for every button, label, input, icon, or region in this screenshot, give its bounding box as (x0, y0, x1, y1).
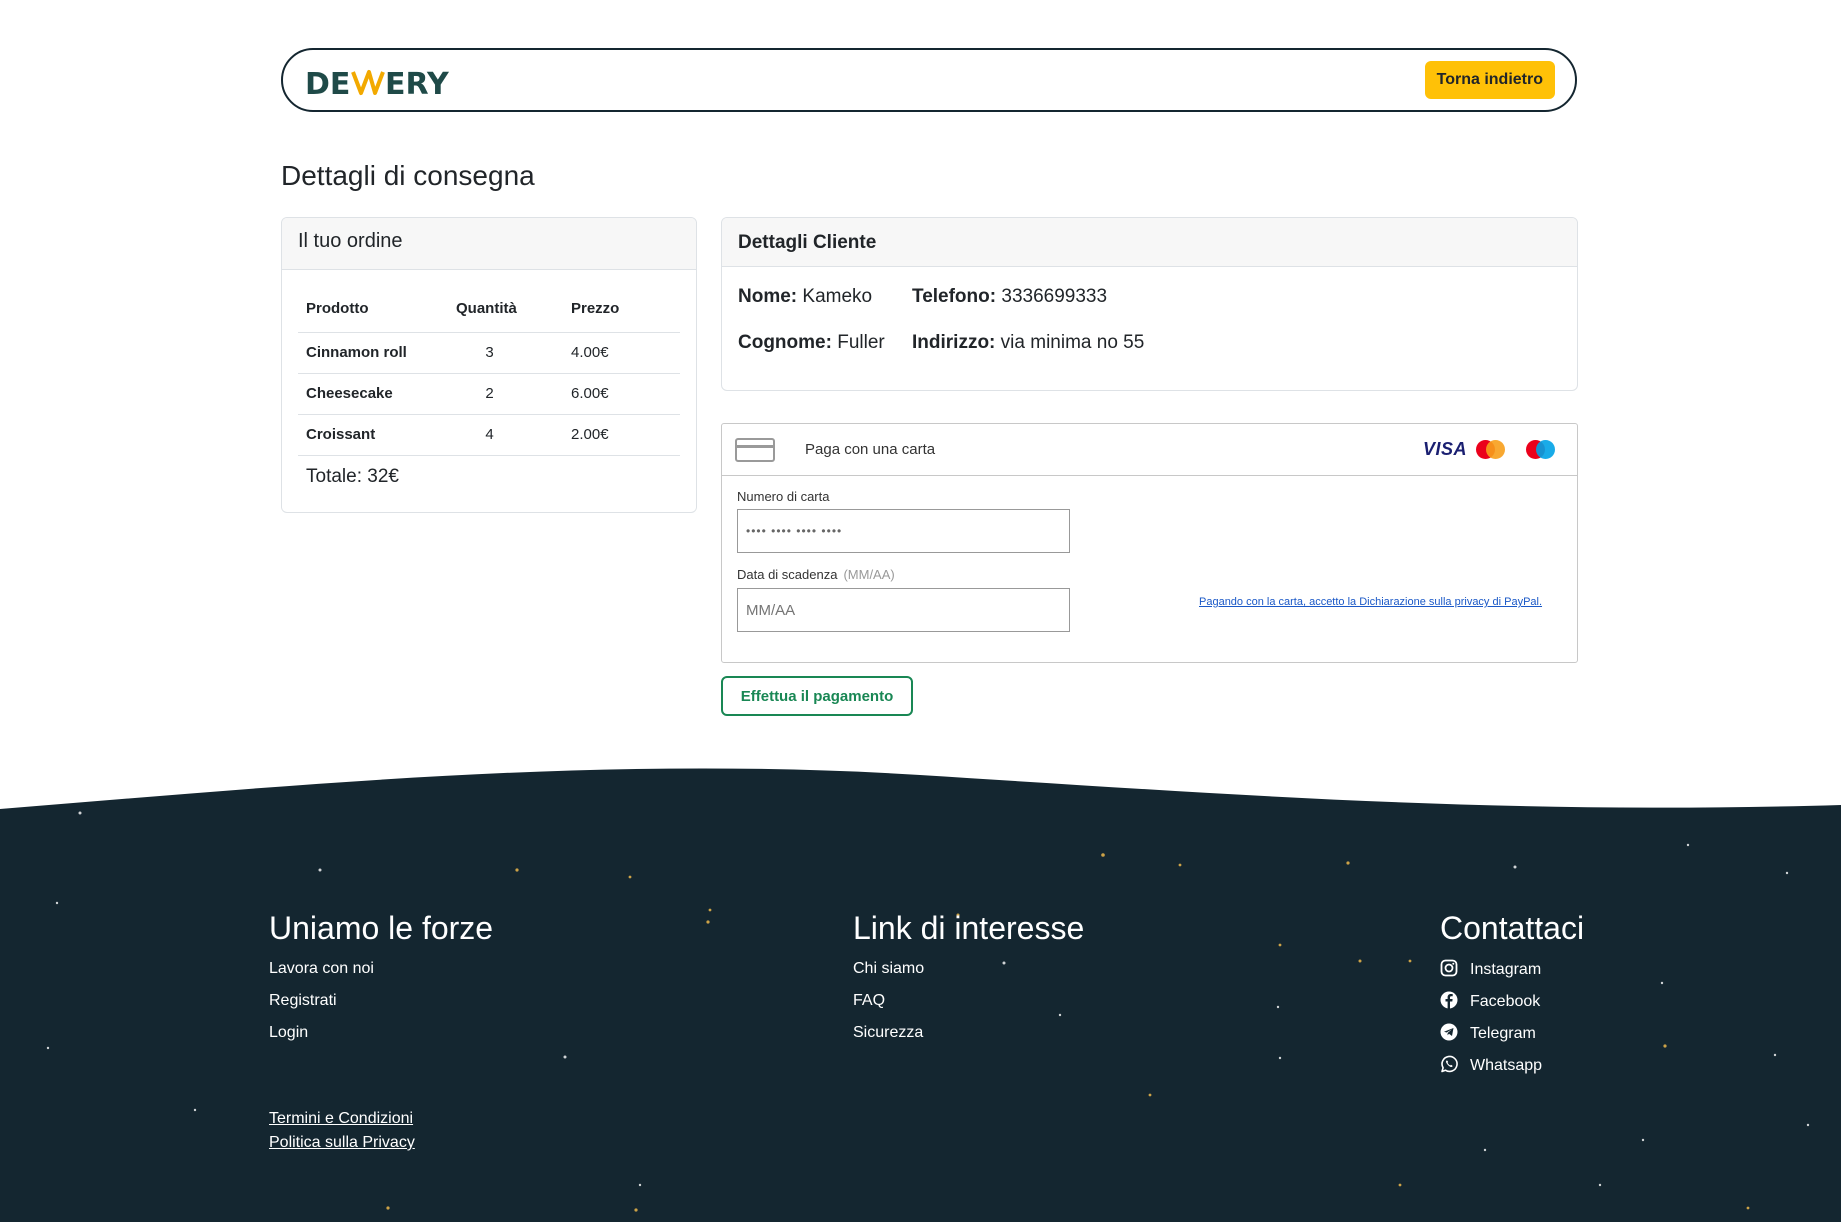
footer-link-whatsapp[interactable]: Whatsapp (1440, 1055, 1584, 1087)
customer-name-value: Kameko (802, 286, 873, 307)
footer-col-join-title: Uniamo le forze (269, 910, 494, 946)
terms-link[interactable]: Termini e Condizioni (269, 1107, 415, 1131)
maestro-icon (1526, 440, 1556, 460)
product-name: Cheesecake (298, 373, 448, 415)
product-quantity: 3 (448, 332, 563, 374)
footer-link-label: Whatsapp (1470, 1057, 1543, 1074)
footer-link-chi-siamo[interactable]: Chi siamo (853, 959, 1084, 991)
footer-link-sicurezza[interactable]: Sicurezza (853, 1023, 1084, 1055)
customer-name: Nome: Kameko (738, 286, 872, 308)
customer-address-value: via minima no 55 (1000, 332, 1145, 353)
footer-link-login[interactable]: Login (269, 1023, 493, 1055)
table-row: Cheesecake 2 6.00€ (298, 373, 680, 415)
customer-address-label: Indirizzo: (912, 332, 996, 353)
footer-col-contact-title: Contattaci (1440, 910, 1585, 946)
expiry-label-text: Data di scadenza (737, 567, 838, 582)
customer-card: Dettagli Cliente Nome: Kameko Cognome: F… (721, 217, 1578, 391)
logo[interactable]: DE ERY (303, 60, 453, 100)
footer-link-faq[interactable]: FAQ (853, 991, 1084, 1023)
customer-phone: Telefono: 3336699333 (912, 286, 1107, 308)
devvery-logo: DE ERY (305, 67, 450, 100)
table-row: Cinnamon roll 3 4.00€ (298, 332, 680, 374)
submit-payment-button[interactable]: Effettua il pagamento (721, 676, 913, 716)
footer-legal: Termini e Condizioni Politica sulla Priv… (269, 1107, 415, 1155)
privacy-policy-link[interactable]: Politica sulla Privacy (269, 1131, 415, 1155)
customer-surname-value: Fuller (837, 332, 885, 353)
product-price: 2.00€ (563, 414, 680, 456)
customer-phone-value: 3336699333 (1001, 286, 1108, 307)
table-row: Croissant 4 2.00€ (298, 414, 680, 456)
navbar: DE ERY Torna indietro (281, 48, 1577, 112)
mastercard-icon (1476, 440, 1506, 460)
footer-col-links-title: Link di interesse (853, 910, 1085, 946)
paypal-privacy-link[interactable]: Pagando con la carta, accetto la Dichiar… (1199, 596, 1542, 608)
svg-text:ERY: ERY (385, 67, 450, 100)
payment-method-label: Paga con una carta (805, 441, 936, 458)
telegram-icon (1440, 1023, 1458, 1041)
page-title: Dettagli di consegna (281, 160, 535, 191)
visa-icon: VISA (1423, 439, 1468, 459)
column-header-quantity: Quantità (448, 286, 563, 333)
customer-surname: Cognome: Fuller (738, 332, 885, 354)
order-card-title: Il tuo ordine (282, 218, 696, 270)
column-header-price: Prezzo (563, 286, 680, 333)
expiry-input[interactable] (737, 588, 1070, 632)
customer-surname-label: Cognome: (738, 332, 832, 353)
customer-phone-label: Telefono: (912, 286, 997, 307)
expiry-hint: (MM/AA) (843, 567, 895, 582)
order-card: Il tuo ordine Prodotto Quantità Prezzo C… (281, 217, 697, 513)
footer-col-contact: Contattaci Instagram Facebook Telegram W… (1440, 910, 1584, 1087)
facebook-icon (1440, 991, 1458, 1009)
customer-card-title: Dettagli Cliente (722, 218, 1577, 267)
footer-link-registrati[interactable]: Registrati (269, 991, 493, 1023)
product-name: Croissant (298, 414, 448, 456)
whatsapp-icon (1441, 1055, 1458, 1073)
footer-link-facebook[interactable]: Facebook (1440, 991, 1584, 1023)
card-number-input[interactable] (737, 509, 1070, 553)
footer-col-join: Uniamo le forze Lavora con noi Registrat… (269, 910, 493, 1055)
product-quantity: 4 (448, 414, 563, 456)
credit-card-icon (735, 438, 775, 462)
footer-link-label: Facebook (1470, 993, 1541, 1010)
product-name: Cinnamon roll (298, 332, 448, 374)
footer-link-label: Telegram (1470, 1025, 1536, 1042)
payment-card-header[interactable]: Paga con una carta VISA (722, 424, 1577, 476)
customer-name-label: Nome: (738, 286, 798, 307)
footer-col-links: Link di interesse Chi siamo FAQ Sicurezz… (853, 910, 1084, 1055)
footer-link-label: Instagram (1470, 961, 1542, 978)
footer-link-lavora[interactable]: Lavora con noi (269, 959, 493, 991)
card-number-label: Numero di carta (737, 489, 830, 504)
column-header-product: Prodotto (298, 286, 448, 333)
product-price: 6.00€ (563, 373, 680, 415)
svg-text:DE: DE (305, 67, 350, 100)
product-price: 4.00€ (563, 332, 680, 374)
instagram-icon (1440, 959, 1458, 977)
footer-link-instagram[interactable]: Instagram (1440, 959, 1584, 991)
footer-link-telegram[interactable]: Telegram (1440, 1023, 1584, 1055)
table-header-row: Prodotto Quantità Prezzo (298, 286, 680, 333)
payment-card: Paga con una carta VISA Numero di carta … (721, 423, 1578, 663)
product-quantity: 2 (448, 373, 563, 415)
customer-address: Indirizzo: via minima no 55 (912, 332, 1144, 354)
order-table: Prodotto Quantità Prezzo Cinnamon roll 3… (298, 286, 680, 456)
back-button[interactable]: Torna indietro (1424, 61, 1555, 99)
expiry-label: Data di scadenza (MM/AA) (737, 567, 895, 582)
order-total: Totale: 32€ (306, 466, 399, 487)
